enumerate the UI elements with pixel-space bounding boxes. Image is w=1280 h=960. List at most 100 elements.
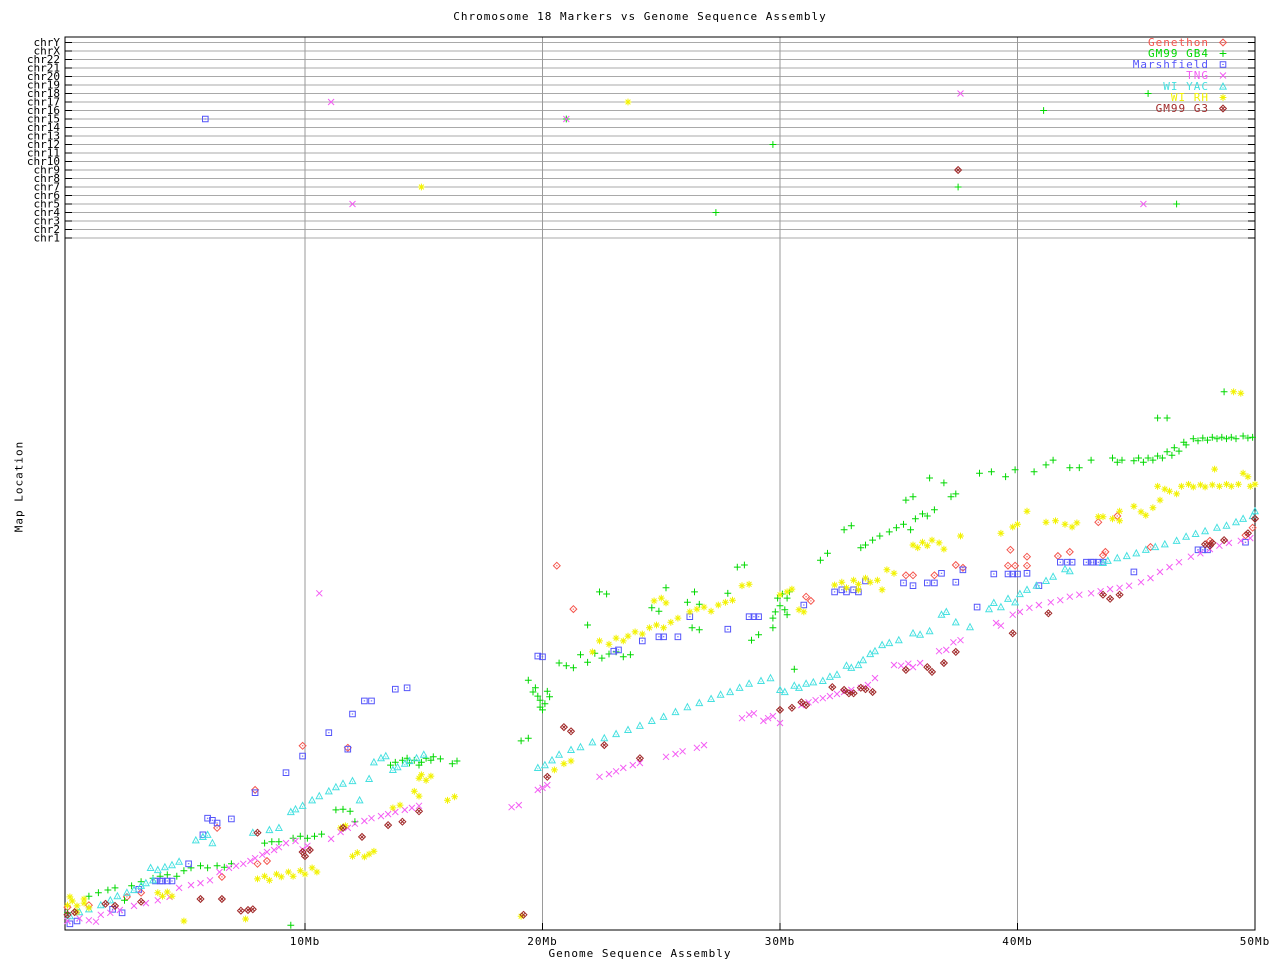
x-tick-label-50: 50Mb	[1240, 935, 1271, 948]
data-point	[525, 677, 532, 684]
data-point	[932, 580, 938, 586]
data-point	[976, 470, 983, 477]
data-point	[563, 662, 570, 669]
data-point	[672, 709, 678, 715]
data-point	[874, 577, 881, 584]
data-point	[393, 686, 399, 692]
legend-label-g3: GM99 G3	[1156, 102, 1209, 115]
data-point	[197, 896, 204, 903]
data-point	[1237, 390, 1244, 397]
data-point	[535, 765, 541, 771]
data-point	[1050, 573, 1056, 579]
scatter-plot-svg: chrYchrXchr22chr21chr20chr19chr18chr17ch…	[0, 0, 1280, 960]
data-point	[758, 678, 764, 684]
data-point	[326, 788, 332, 794]
data-point	[988, 468, 995, 475]
data-point	[570, 664, 577, 671]
data-point	[791, 666, 798, 673]
data-point	[931, 572, 938, 579]
data-point	[1220, 94, 1227, 101]
data-point	[1220, 73, 1226, 79]
data-point	[378, 813, 384, 819]
data-point	[770, 615, 777, 622]
data-point	[613, 768, 619, 774]
data-point	[950, 639, 956, 645]
data-point	[86, 917, 92, 923]
data-point	[891, 570, 898, 577]
data-point	[1214, 435, 1221, 442]
data-point	[1088, 457, 1095, 464]
legend: GenethonGM99 GB4MarshfieldTNGWI YACWI RH…	[1133, 36, 1227, 115]
data-point	[701, 604, 708, 611]
data-point	[1167, 564, 1173, 570]
data-point	[820, 678, 826, 684]
data-point	[1190, 484, 1197, 491]
data-point	[131, 903, 137, 909]
data-point	[1026, 605, 1032, 611]
data-point	[1005, 562, 1012, 569]
series-genethon	[64, 513, 1256, 911]
data-point	[1202, 528, 1208, 534]
data-point	[986, 606, 992, 612]
data-point	[276, 838, 283, 845]
data-point	[686, 609, 693, 616]
data-point	[848, 522, 855, 529]
data-point	[1166, 488, 1173, 495]
data-point	[349, 853, 356, 860]
data-point	[1220, 62, 1226, 68]
data-point	[93, 919, 99, 925]
data-point	[850, 690, 857, 697]
data-point	[1176, 559, 1182, 565]
data-point	[1024, 553, 1031, 560]
data-point	[333, 784, 339, 790]
data-point	[917, 660, 923, 666]
data-point	[444, 797, 451, 804]
data-point	[603, 591, 610, 598]
data-point	[268, 838, 275, 845]
data-point	[1067, 594, 1073, 600]
data-point	[886, 640, 892, 646]
data-point	[568, 758, 575, 765]
data-point	[1114, 555, 1120, 561]
data-point	[138, 898, 145, 905]
data-point	[1052, 517, 1059, 524]
data-point	[416, 793, 423, 800]
data-point	[1183, 533, 1189, 539]
data-point	[834, 671, 840, 677]
data-point	[1216, 543, 1222, 549]
data-point	[421, 751, 427, 757]
data-point	[1010, 612, 1016, 618]
data-point	[872, 675, 878, 681]
data-point	[919, 539, 926, 546]
data-point	[739, 715, 745, 721]
data-point	[708, 608, 715, 615]
data-point	[577, 744, 583, 750]
data-point	[154, 889, 161, 896]
data-point	[1024, 562, 1031, 569]
data-point	[549, 757, 555, 763]
data-point	[741, 562, 748, 569]
data-point	[516, 802, 522, 808]
data-point	[568, 728, 575, 735]
data-point	[1233, 435, 1240, 442]
data-point	[1057, 597, 1063, 603]
data-point	[953, 619, 959, 625]
data-point	[1245, 473, 1252, 480]
data-point	[739, 582, 746, 589]
data-point	[311, 833, 318, 840]
x-tick-label-20: 20Mb	[527, 935, 558, 948]
data-point	[297, 867, 304, 874]
data-point	[1107, 595, 1114, 602]
data-point	[361, 818, 367, 824]
data-point	[620, 653, 627, 660]
data-point	[724, 590, 731, 597]
data-point	[746, 581, 753, 588]
data-point	[646, 624, 653, 631]
data-point	[577, 651, 584, 658]
data-point	[1157, 497, 1164, 504]
data-point	[936, 540, 943, 547]
data-point	[556, 751, 562, 757]
data-point	[770, 141, 777, 148]
data-point	[601, 735, 607, 741]
data-point	[755, 631, 762, 638]
